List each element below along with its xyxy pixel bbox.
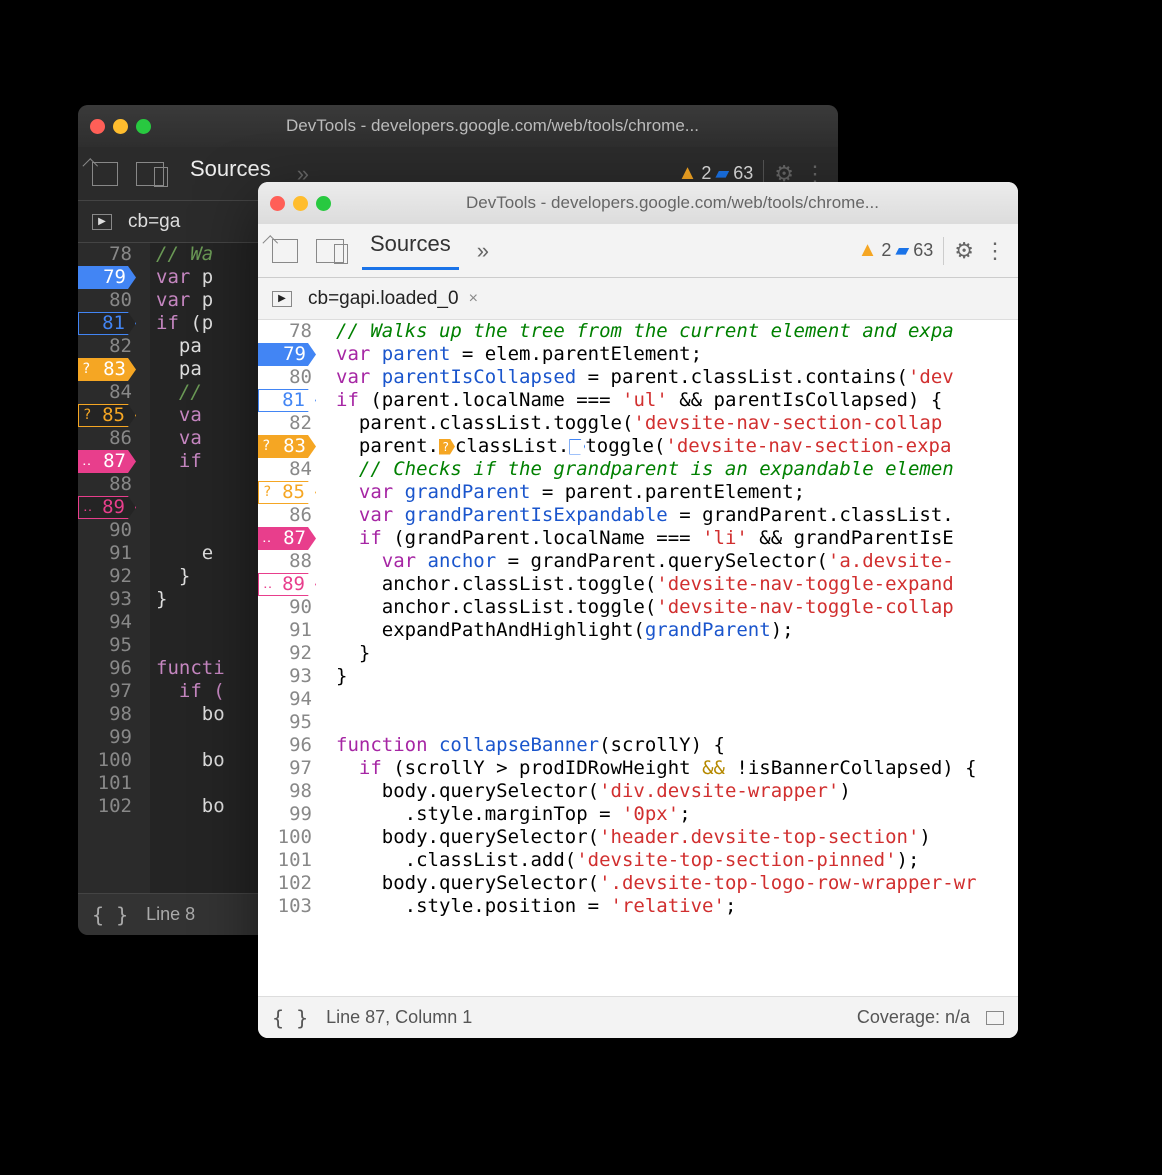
settings-icon[interactable]: ⚙ (954, 238, 974, 264)
toolbar: Sources » ▲ 2 ▰ 63 ⚙ ⋮ (258, 224, 1018, 278)
coverage-label: Coverage: n/a (857, 1007, 970, 1028)
debugger-icon[interactable]: ▶ (272, 291, 292, 307)
line-gutter[interactable]: 7879808182?8384?8586‥8788‥89909192939495… (78, 243, 150, 893)
file-tab[interactable]: cb=gapi.loaded_0 × (308, 288, 478, 310)
device-toggle-icon[interactable] (136, 162, 164, 186)
code-editor[interactable]: 7879808182?8384?8586‥8788‥89909192939495… (258, 320, 1018, 996)
window-title: DevTools - developers.google.com/web/too… (339, 193, 1006, 213)
window-title: DevTools - developers.google.com/web/too… (159, 116, 826, 136)
minimize-button[interactable] (293, 196, 308, 211)
divider (943, 237, 944, 265)
inspect-icon[interactable] (272, 239, 298, 263)
inspect-icon[interactable] (92, 162, 118, 186)
more-tabs-icon[interactable]: » (477, 238, 485, 264)
code-body[interactable]: // Walks up the tree from the current el… (330, 320, 1018, 996)
close-tab-icon[interactable]: × (469, 290, 478, 308)
file-tabstrip: ▶ cb=gapi.loaded_0 × (258, 278, 1018, 320)
format-icon[interactable]: { } (92, 903, 128, 927)
close-button[interactable] (270, 196, 285, 211)
file-tab[interactable]: cb=ga (128, 211, 180, 233)
device-toggle-icon[interactable] (316, 239, 344, 263)
cursor-position: Line 87, Column 1 (326, 1007, 472, 1028)
titlebar: DevTools - developers.google.com/web/too… (78, 105, 838, 147)
line-gutter[interactable]: 7879808182?8384?8586‥8788‥89909192939495… (258, 320, 330, 996)
warnings-badge[interactable]: ▲ 2 ▰ 63 (858, 239, 934, 262)
statusbar: { } Line 87, Column 1 Coverage: n/a (258, 996, 1018, 1038)
drawer-toggle-icon[interactable] (986, 1011, 1004, 1025)
tab-sources[interactable]: Sources (362, 231, 459, 270)
message-icon: ▰ (895, 240, 909, 261)
more-menu-icon[interactable]: ⋮ (984, 238, 1004, 264)
devtools-window-light: DevTools - developers.google.com/web/too… (258, 182, 1018, 1038)
cursor-position: Line 8 (146, 904, 195, 925)
warning-icon: ▲ (858, 239, 878, 262)
minimize-button[interactable] (113, 119, 128, 134)
message-icon: ▰ (715, 163, 729, 184)
format-icon[interactable]: { } (272, 1006, 308, 1030)
maximize-button[interactable] (316, 196, 331, 211)
close-button[interactable] (90, 119, 105, 134)
maximize-button[interactable] (136, 119, 151, 134)
debugger-icon[interactable]: ▶ (92, 214, 112, 230)
titlebar: DevTools - developers.google.com/web/too… (258, 182, 1018, 224)
